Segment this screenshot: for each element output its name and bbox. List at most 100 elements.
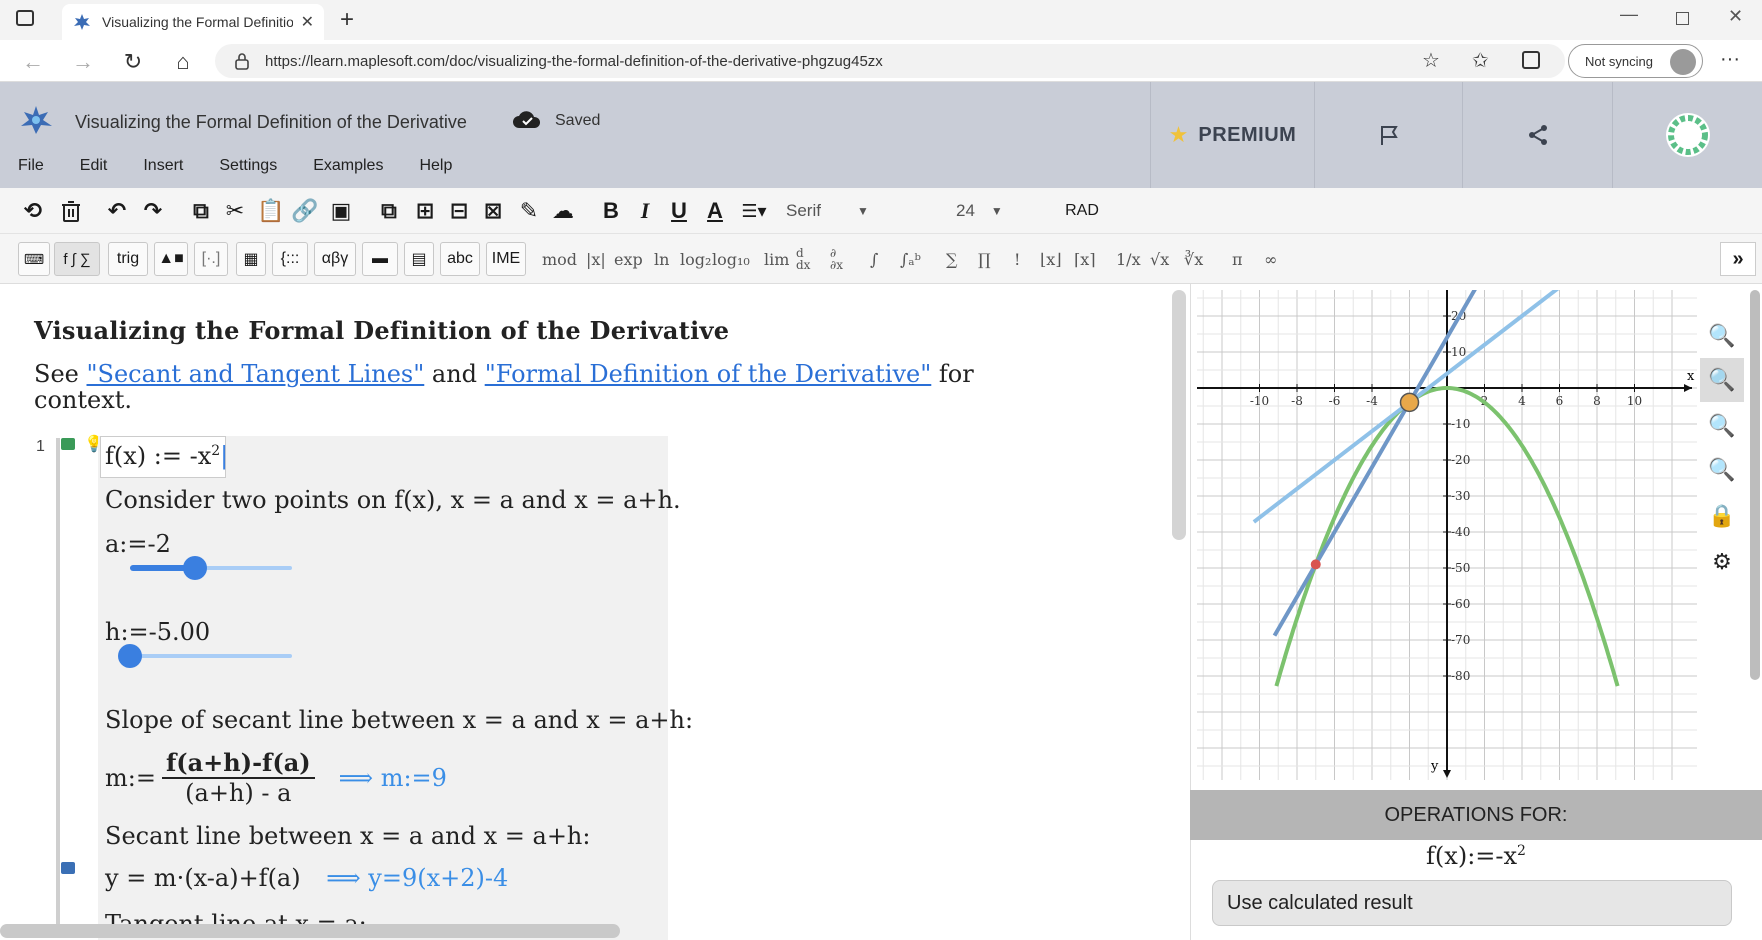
user-avatar[interactable] <box>1612 82 1762 188</box>
palette-trig-button[interactable]: trig <box>108 242 148 276</box>
url-field[interactable]: https://learn.maplesoft.com/doc/visualiz… <box>215 44 1565 78</box>
palette-ime-button[interactable]: IME <box>486 242 526 276</box>
factorial-icon[interactable]: ! <box>1014 242 1020 276</box>
new-tab-icon[interactable]: + <box>340 6 354 34</box>
pencil-icon[interactable]: ✎ <box>514 196 544 226</box>
duplicate-group-icon[interactable]: ⧉ <box>374 196 404 226</box>
font-size-select[interactable]: 24 ▼ <box>956 196 1036 226</box>
maple-logo-icon[interactable] <box>18 104 54 141</box>
use-calculated-result-button[interactable]: Use calculated result <box>1212 880 1732 926</box>
plot-canvas[interactable]: xy -10-8-6-4246810302010-10-20-30-40-50-… <box>1197 290 1697 780</box>
infinity-icon[interactable]: ∞ <box>1264 242 1277 276</box>
report-flag-button[interactable] <box>1314 82 1462 188</box>
cbrt-icon[interactable]: ∛x <box>1184 242 1203 276</box>
menu-insert[interactable]: Insert <box>143 157 183 175</box>
angle-mode-button[interactable]: RAD <box>1060 196 1104 226</box>
minimize-icon[interactable]: — <box>1620 4 1638 25</box>
palette-shapes-icon[interactable]: ▲■ <box>154 242 188 276</box>
fn-lim[interactable]: lim <box>764 242 789 276</box>
product-icon[interactable]: ∏ <box>978 242 991 276</box>
secant-equation[interactable]: y = m·(x-a)+f(a) ⟹ y=9(x+2)-4 <box>105 864 508 892</box>
menu-examples[interactable]: Examples <box>313 157 383 175</box>
underline-button[interactable]: U <box>664 196 694 226</box>
zoom-out-icon[interactable]: 🔍 <box>1700 404 1744 448</box>
home-icon[interactable]: ⌂ <box>168 48 198 76</box>
close-window-icon[interactable]: ✕ <box>1728 6 1743 27</box>
zoom-in-icon[interactable]: 🔍 <box>1700 448 1744 492</box>
palette-piecewise-button[interactable]: {::: <box>272 242 308 276</box>
palette-matrix-button[interactable]: [·.] <box>194 242 228 276</box>
cut-icon[interactable]: ✂ <box>220 196 250 226</box>
fn-log10[interactable]: log₁₀ <box>712 242 750 276</box>
keyboard-icon[interactable]: ⌨ <box>18 242 50 276</box>
tab-actions-icon[interactable] <box>16 10 34 26</box>
back-icon[interactable]: ← <box>18 48 48 76</box>
premium-button[interactable]: ★ PREMIUM <box>1150 82 1314 188</box>
definite-integral-icon[interactable]: ∫ₐᵇ <box>900 242 921 276</box>
document-vertical-scrollbar[interactable] <box>1172 290 1186 540</box>
function-definition[interactable]: f(x) := -x2| <box>105 442 228 470</box>
sqrt-icon[interactable]: √x <box>1150 242 1169 276</box>
font-family-select[interactable]: Serif ▼ <box>786 196 886 226</box>
a-slider-knob[interactable] <box>182 556 207 580</box>
favorites-icon[interactable]: ✩ <box>1472 48 1489 73</box>
menu-file[interactable]: File <box>18 157 44 175</box>
pi-icon[interactable]: π <box>1232 242 1243 276</box>
list-icon[interactable]: ☰▾ <box>734 196 774 226</box>
link-icon[interactable]: 🔗 <box>290 196 320 226</box>
fn-ln[interactable]: ln <box>654 242 669 276</box>
fn-exp[interactable]: exp <box>614 242 643 276</box>
reciprocal-icon[interactable]: 1/x <box>1116 242 1141 276</box>
copy-icon[interactable]: ⧉ <box>186 196 216 226</box>
ceiling-icon[interactable]: ⌈x⌉ <box>1074 242 1096 276</box>
plot-toggle-icon[interactable] <box>61 438 75 450</box>
horizontal-scrollbar[interactable] <box>0 924 620 938</box>
profile-sync-button[interactable]: Not syncing <box>1568 44 1703 78</box>
document-title[interactable]: Visualizing the Formal Definition of the… <box>75 112 467 133</box>
zoom-select-icon[interactable]: 🔍 <box>1700 358 1744 402</box>
formal-definition-link[interactable]: "Formal Definition of the Derivative" <box>485 360 932 388</box>
fn-mod[interactable]: mod <box>542 242 577 276</box>
plot-toggle-icon[interactable] <box>61 862 75 874</box>
palette-calculator-icon[interactable]: ▤ <box>404 242 434 276</box>
sum-icon[interactable]: ∑ <box>946 242 957 276</box>
share-button[interactable] <box>1462 82 1612 188</box>
italic-button[interactable]: I <box>630 196 660 226</box>
undo-icon[interactable]: ↶ <box>102 196 132 226</box>
trash-icon[interactable] <box>56 196 86 226</box>
fn-log2[interactable]: log₂ <box>680 242 711 276</box>
menu-edit[interactable]: Edit <box>80 157 108 175</box>
insert-image-icon[interactable]: ▣ <box>326 196 356 226</box>
palette-table-icon[interactable]: ▦ <box>236 242 266 276</box>
cloud-icon[interactable]: ☁ <box>548 196 578 226</box>
h-slider-knob[interactable] <box>118 644 142 668</box>
expand-toolbar-icon[interactable]: » <box>1720 242 1756 276</box>
integral-icon[interactable]: ∫ <box>870 242 878 276</box>
insert-group-below-icon[interactable]: ⊟ <box>444 196 474 226</box>
close-tab-icon[interactable]: ✕ <box>301 12 314 32</box>
browser-tab[interactable]: Visualizing the Formal Definition ✕ <box>62 4 324 40</box>
lock-icon[interactable]: 🔒 <box>1700 494 1744 538</box>
history-icon[interactable]: ⟲ <box>18 196 48 226</box>
fn-abs[interactable]: |x| <box>586 242 606 276</box>
palette-calculus-button[interactable]: f ∫ ∑ <box>54 242 100 276</box>
zoom-auto-icon[interactable]: 🔍 <box>1700 314 1744 358</box>
delete-group-icon[interactable]: ⊠ <box>478 196 508 226</box>
text-color-button[interactable]: A <box>700 196 730 226</box>
menu-help[interactable]: Help <box>419 157 452 175</box>
palette-units-icon[interactable]: ▬ <box>362 242 398 276</box>
menu-settings[interactable]: Settings <box>219 157 277 175</box>
refresh-icon[interactable]: ↻ <box>118 48 148 76</box>
derivative-icon[interactable]: d dx <box>796 242 810 276</box>
forward-icon[interactable]: → <box>68 48 98 76</box>
partial-derivative-icon[interactable]: ∂ ∂x <box>830 242 843 276</box>
plot-panel-scrollbar[interactable] <box>1750 290 1760 680</box>
insert-group-above-icon[interactable]: ⊞ <box>410 196 440 226</box>
secant-tangent-link[interactable]: "Secant and Tangent Lines" <box>87 360 425 388</box>
paste-icon[interactable]: 📋 <box>256 196 286 226</box>
restore-icon[interactable] <box>1676 12 1689 25</box>
palette-text-button[interactable]: abc <box>440 242 480 276</box>
redo-icon[interactable]: ↷ <box>138 196 168 226</box>
add-favorite-icon[interactable]: ☆ <box>1422 48 1440 73</box>
more-menu-icon[interactable]: ··· <box>1720 48 1740 71</box>
